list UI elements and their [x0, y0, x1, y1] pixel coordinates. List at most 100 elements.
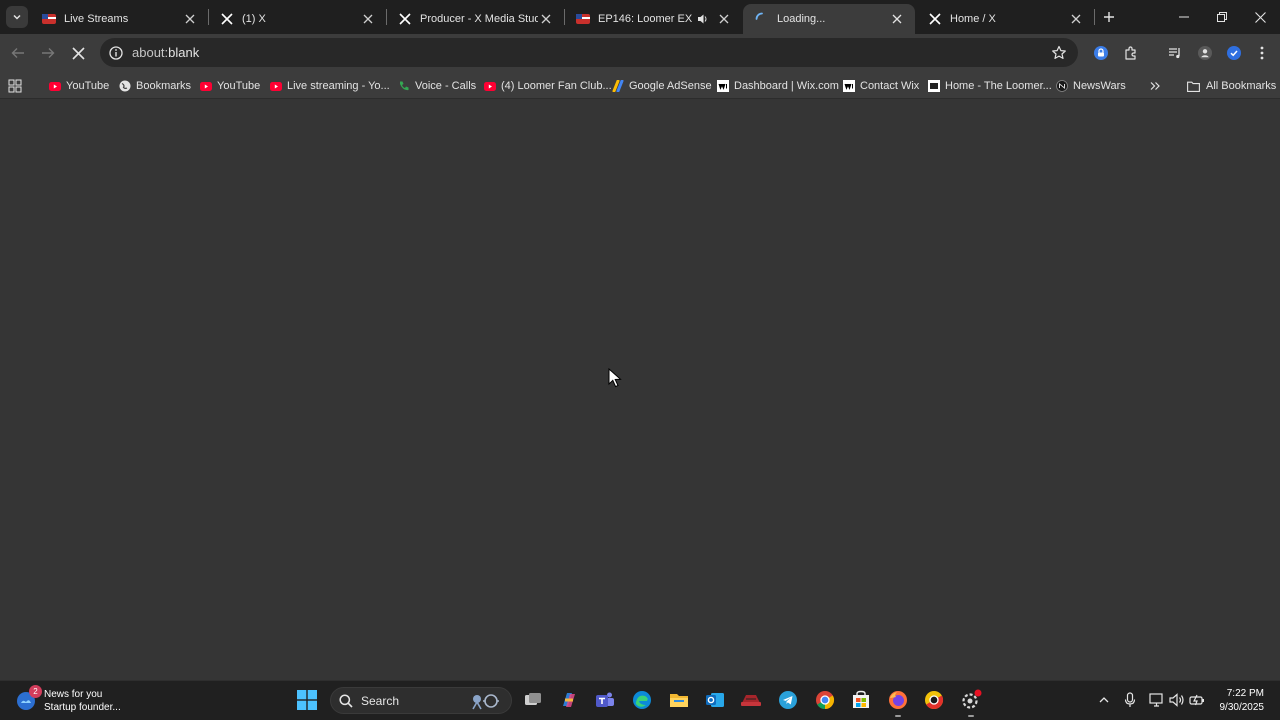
chevron-down-icon: [13, 14, 21, 20]
bookmark-newswars[interactable]: NewsWars: [1056, 76, 1126, 96]
bookmark-label: Bookmarks: [136, 80, 192, 92]
newswars-icon: [1056, 80, 1068, 92]
new-tab-button[interactable]: [1100, 8, 1118, 26]
bookmark-wix-dashboard[interactable]: Dashboard | Wix.com: [717, 76, 839, 96]
back-button[interactable]: [7, 42, 29, 64]
close-icon[interactable]: [716, 11, 732, 27]
page-icon: [928, 80, 940, 92]
microsoft-store-icon[interactable]: [850, 689, 872, 711]
settings-gear-icon[interactable]: [960, 689, 982, 717]
forward-button[interactable]: [37, 42, 59, 64]
tab-title: Loading...: [777, 13, 826, 25]
bookmark-google-adsense[interactable]: Google AdSense: [612, 76, 712, 96]
bookmarks-overflow-button[interactable]: [1149, 76, 1161, 96]
search-label: Search: [361, 693, 400, 708]
close-icon: [71, 46, 85, 60]
apps-button[interactable]: [8, 76, 22, 96]
site-info-icon[interactable]: [108, 45, 124, 61]
bookmark-youtube-2[interactable]: YouTube: [200, 76, 260, 96]
restore-button[interactable]: [1210, 6, 1234, 28]
shield-check-icon[interactable]: [1224, 43, 1244, 63]
all-bookmarks-label: All Bookmarks: [1206, 80, 1277, 92]
network-icon[interactable]: [1148, 691, 1166, 709]
news-widget[interactable]: 2 News for you Startup founder...: [16, 685, 121, 716]
firefox-icon[interactable]: [887, 689, 909, 717]
outlook-icon[interactable]: [704, 689, 726, 711]
tab-separator: [1094, 9, 1095, 25]
menu-kebab-icon[interactable]: [1252, 43, 1272, 63]
url-text[interactable]: about:blank: [132, 45, 199, 60]
tab-title: (1) X: [242, 13, 266, 25]
stop-loading-button[interactable]: [67, 42, 89, 64]
bookmark-voice-calls[interactable]: Voice - Calls: [398, 76, 476, 96]
windows-taskbar: 2 News for you Startup founder... Search: [0, 680, 1280, 720]
bookmark-live-streaming[interactable]: Live streaming - Yo...: [270, 76, 390, 96]
tab-ep146[interactable]: EP146: Loomer EXPOSE: [564, 4, 742, 34]
extensions-icon[interactable]: [1121, 43, 1141, 63]
apps-grid-icon: [8, 79, 22, 93]
bookmark-bookmarks[interactable]: Bookmarks: [119, 76, 191, 96]
close-icon[interactable]: [538, 11, 554, 27]
task-view-icon[interactable]: [522, 689, 544, 711]
windows-logo-icon: [297, 690, 317, 710]
phone-icon: [398, 80, 410, 92]
window-close-button[interactable]: [1248, 6, 1272, 28]
start-button[interactable]: [296, 689, 318, 711]
flag-icon: [42, 12, 56, 26]
url-scheme: about:: [132, 45, 169, 60]
bookmark-label: Voice - Calls: [415, 80, 477, 92]
youtube-icon: [200, 80, 212, 92]
youtube-icon: [49, 80, 61, 92]
youtube-icon: [270, 80, 282, 92]
bookmark-contact-wix[interactable]: Contact Wix: [843, 76, 919, 96]
restore-icon: [1217, 12, 1227, 22]
arrow-right-icon: [42, 48, 55, 58]
spinner-icon: [755, 12, 769, 26]
chrome-icon[interactable]: [814, 689, 836, 711]
youtube-icon: [484, 80, 496, 92]
teams-icon[interactable]: [594, 689, 616, 711]
system-clock[interactable]: 7:22 PM 9/30/2025: [1220, 687, 1265, 715]
tab-loading[interactable]: Loading...: [743, 4, 915, 34]
bookmark-star-icon[interactable]: [1050, 44, 1068, 62]
file-explorer-icon[interactable]: [668, 689, 690, 711]
tab-live-streams[interactable]: Live Streams: [30, 4, 209, 34]
edge-icon[interactable]: [631, 689, 653, 711]
bookmark-loomer-home[interactable]: Home - The Loomer...: [928, 76, 1052, 96]
close-icon[interactable]: [1068, 11, 1084, 27]
page-content-area[interactable]: [0, 99, 1280, 680]
double-chevron-right-icon: [1150, 82, 1160, 90]
tab-title: Home / X: [950, 13, 996, 25]
profile-icon[interactable]: [1195, 43, 1215, 63]
minimize-button[interactable]: [1172, 6, 1196, 28]
streaming-app-icon[interactable]: [740, 689, 762, 711]
tab-title: Live Streams: [64, 13, 129, 25]
copilot-icon[interactable]: [558, 689, 580, 711]
tab-producer[interactable]: Producer - X Media Studio: [386, 4, 565, 34]
bookmark-label: Contact Wix: [860, 80, 920, 92]
plus-icon: [1104, 12, 1114, 22]
speaker-icon[interactable]: [696, 12, 710, 26]
chevron-up-icon[interactable]: [1095, 691, 1113, 709]
x-logo-icon: [398, 12, 412, 26]
tab-home-x[interactable]: Home / X: [916, 4, 1095, 34]
bookmark-youtube[interactable]: YouTube: [49, 76, 109, 96]
arrow-left-icon: [11, 48, 24, 58]
address-bar[interactable]: about:blank: [100, 38, 1078, 67]
x-logo-icon: [220, 12, 234, 26]
microphone-icon[interactable]: [1121, 691, 1139, 709]
close-icon[interactable]: [182, 11, 198, 27]
all-bookmarks-button[interactable]: All Bookmarks: [1187, 76, 1276, 96]
telegram-icon[interactable]: [777, 689, 799, 711]
tab-search-button[interactable]: [6, 6, 28, 28]
chrome-active-icon[interactable]: [923, 689, 945, 711]
bookmark-loomer-fan-club[interactable]: (4) Loomer Fan Club...: [484, 76, 612, 96]
close-icon[interactable]: [889, 11, 905, 27]
taskbar-search[interactable]: Search: [330, 687, 512, 714]
password-manager-icon[interactable]: [1091, 43, 1111, 63]
volume-icon[interactable]: [1168, 691, 1186, 709]
tab-x[interactable]: (1) X: [208, 4, 387, 34]
close-icon[interactable]: [360, 11, 376, 27]
media-controls-icon[interactable]: [1165, 43, 1185, 63]
battery-icon[interactable]: [1188, 691, 1206, 709]
